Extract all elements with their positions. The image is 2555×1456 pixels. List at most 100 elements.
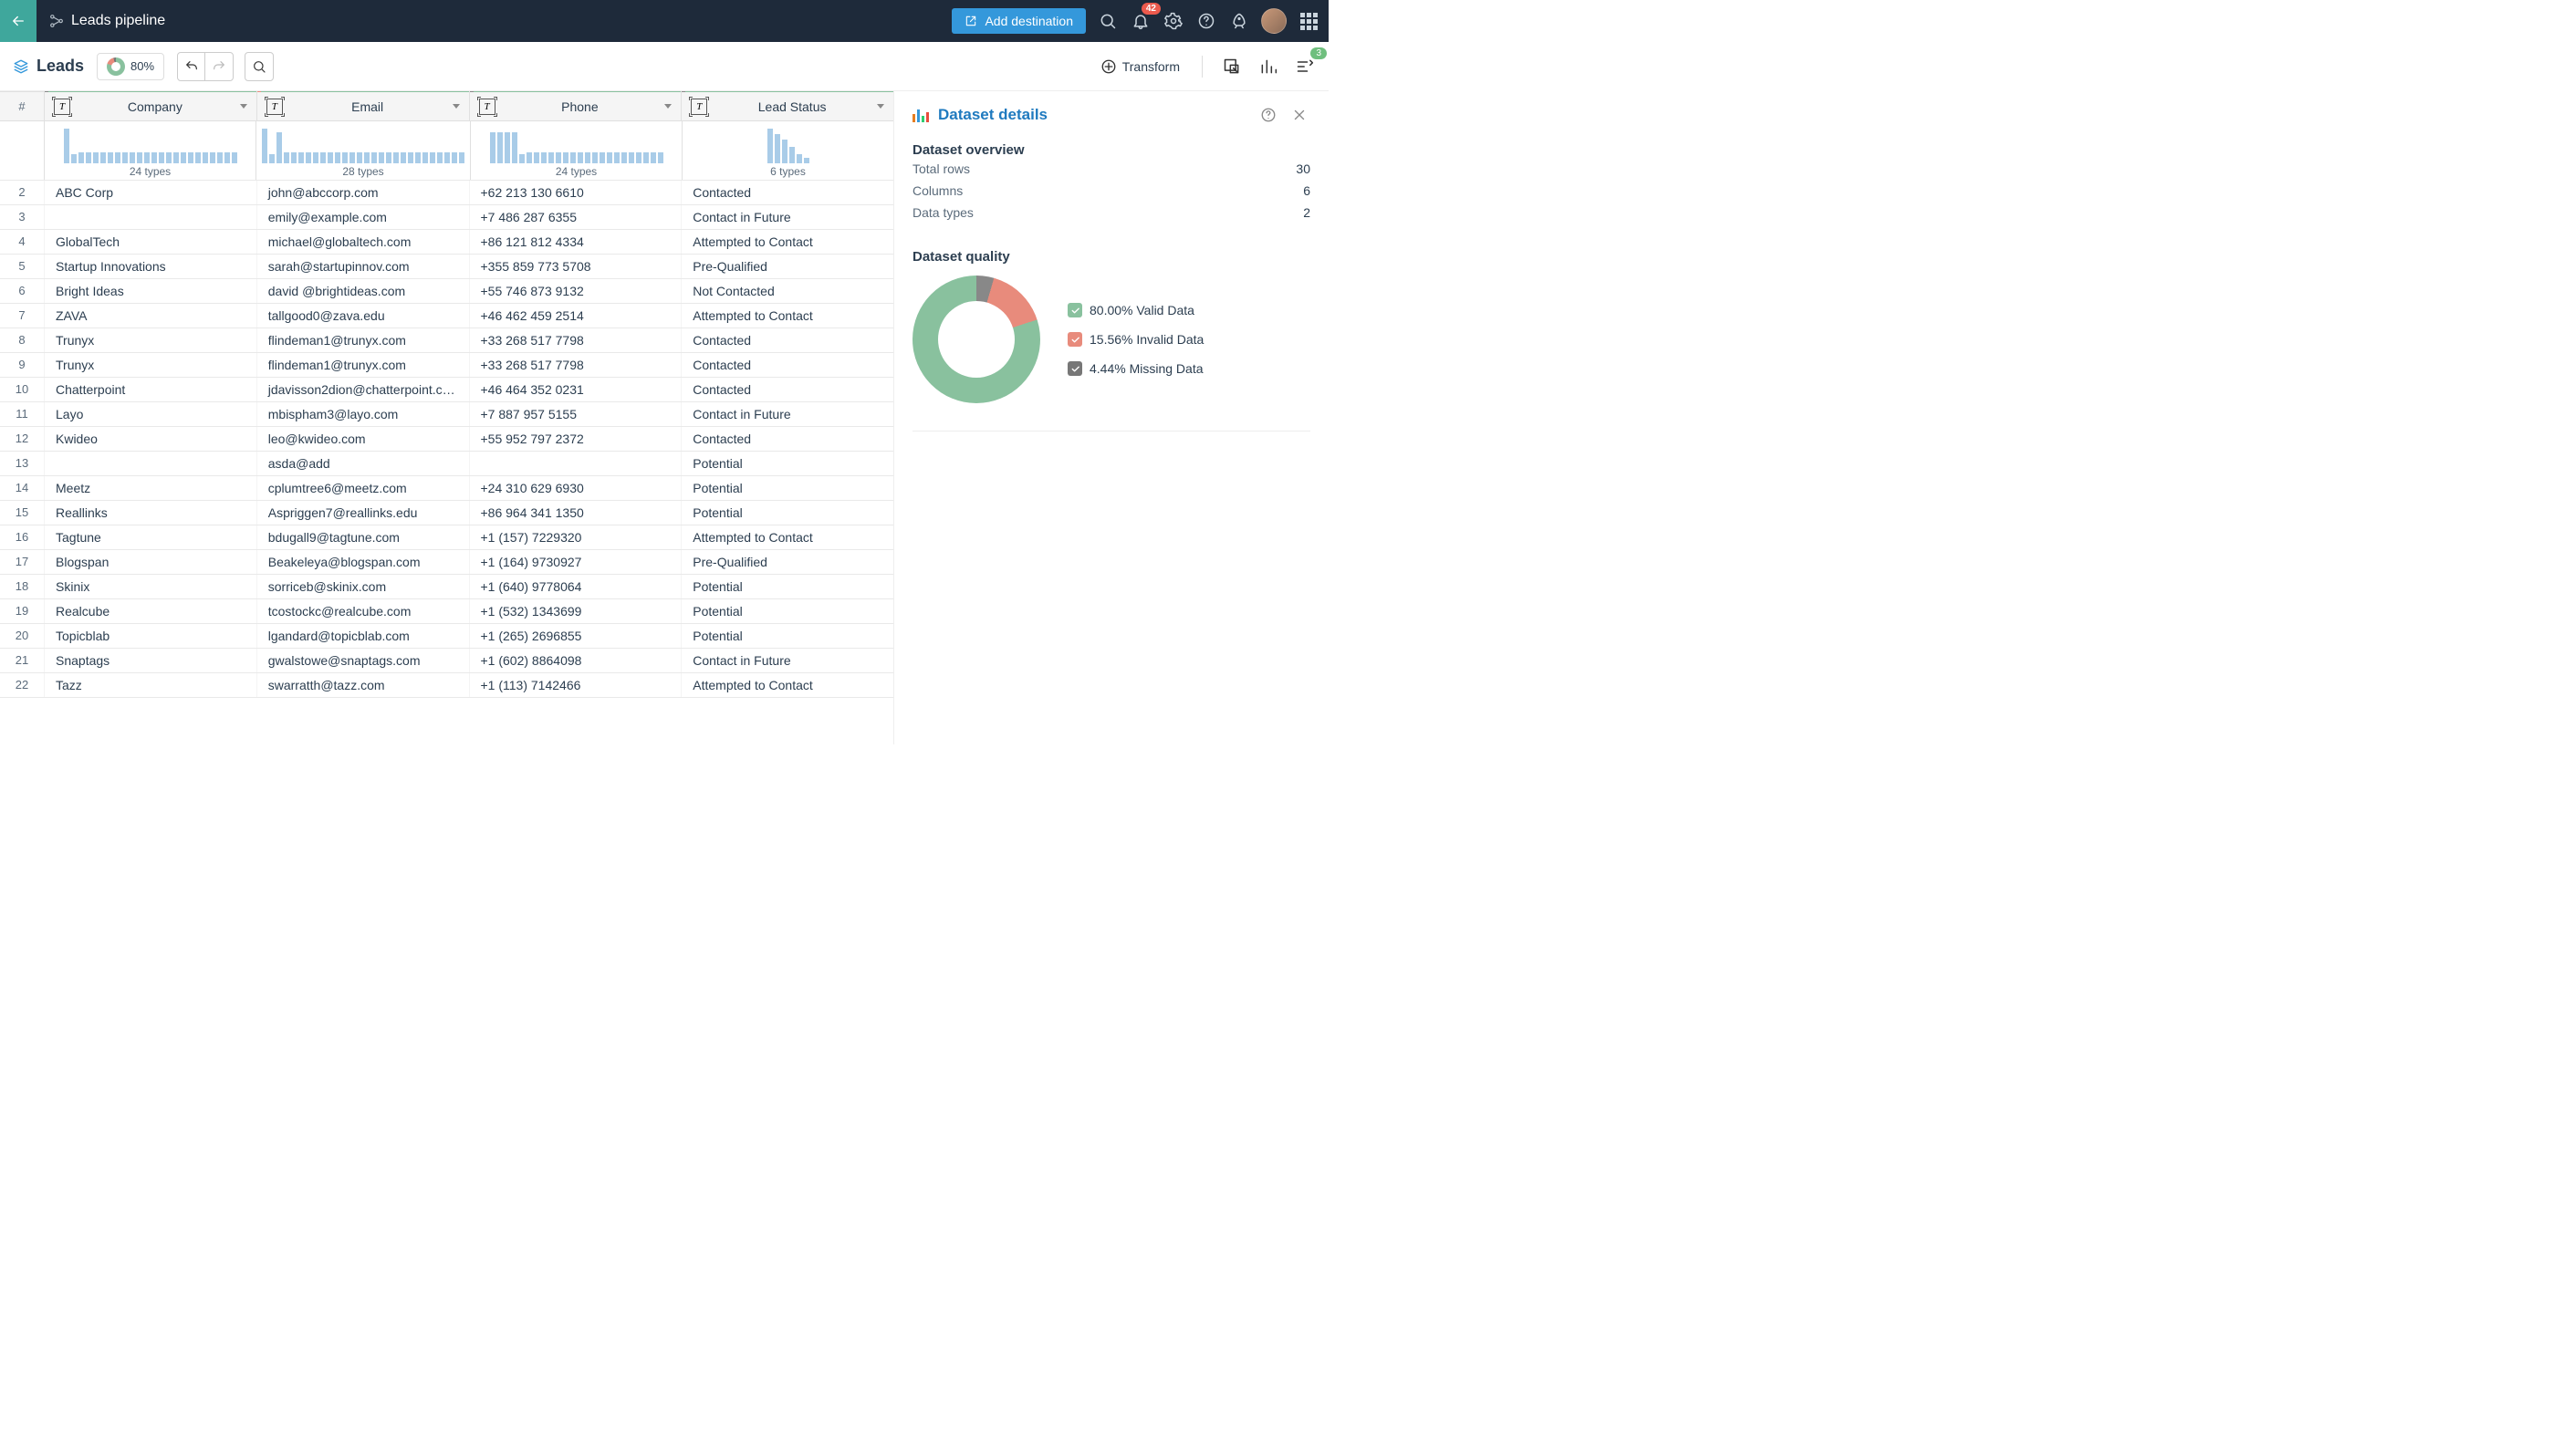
cell-status[interactable]: Contacted xyxy=(681,427,893,451)
cell-status[interactable]: Attempted to Contact xyxy=(681,673,893,697)
cell-email[interactable]: tcostockc@realcube.com xyxy=(256,599,469,623)
cell-phone[interactable]: +7 887 957 5155 xyxy=(469,402,682,426)
cell-phone[interactable]: +1 (602) 8864098 xyxy=(469,649,682,672)
cell-phone[interactable]: +55 746 873 9132 xyxy=(469,279,682,303)
cell-status[interactable]: Contact in Future xyxy=(681,205,893,229)
cell-phone[interactable]: +33 268 517 7798 xyxy=(469,328,682,352)
redo-button[interactable] xyxy=(205,53,233,80)
table-row[interactable]: 17BlogspanBeakeleya@blogspan.com+1 (164)… xyxy=(0,550,893,575)
cell-email[interactable]: lgandard@topicblab.com xyxy=(256,624,469,648)
column-header-lead-status[interactable]: TLead Status xyxy=(681,92,893,120)
search-dataset-button[interactable] xyxy=(245,52,274,81)
chart-button[interactable] xyxy=(1257,56,1279,78)
column-header-phone[interactable]: TPhone xyxy=(469,92,682,120)
cell-email[interactable]: gwalstowe@snaptags.com xyxy=(256,649,469,672)
quality-pill[interactable]: 80% xyxy=(97,53,164,80)
cell-status[interactable]: Potential xyxy=(681,476,893,500)
cell-company[interactable]: Snaptags xyxy=(44,649,256,672)
cell-status[interactable]: Potential xyxy=(681,575,893,598)
cell-phone[interactable]: +7 486 287 6355 xyxy=(469,205,682,229)
cell-email[interactable]: asda@add xyxy=(256,452,469,475)
table-row[interactable]: 6Bright Ideasdavid @brightideas.com+55 7… xyxy=(0,279,893,304)
table-row[interactable]: 9Trunyxflindeman1@trunyx.com+33 268 517 … xyxy=(0,353,893,378)
user-avatar[interactable] xyxy=(1261,8,1287,34)
table-row[interactable]: 8Trunyxflindeman1@trunyx.com+33 268 517 … xyxy=(0,328,893,353)
panel-close-button[interactable] xyxy=(1288,104,1310,126)
undo-button[interactable] xyxy=(178,53,205,80)
table-row[interactable]: 10Chatterpointjdavisson2dion@chatterpoin… xyxy=(0,378,893,402)
table-row[interactable]: 2ABC Corpjohn@abccorp.com+62 213 130 661… xyxy=(0,181,893,205)
table-row[interactable]: 14Meetzcplumtree6@meetz.com+24 310 629 6… xyxy=(0,476,893,501)
cell-email[interactable]: swarratth@tazz.com xyxy=(256,673,469,697)
add-destination-button[interactable]: Add destination xyxy=(952,8,1086,34)
cell-company[interactable]: Tagtune xyxy=(44,525,256,549)
cell-email[interactable]: Beakeleya@blogspan.com xyxy=(256,550,469,574)
cell-status[interactable]: Attempted to Contact xyxy=(681,525,893,549)
cell-email[interactable]: flindeman1@trunyx.com xyxy=(256,353,469,377)
cell-company[interactable]: Topicblab xyxy=(44,624,256,648)
cell-status[interactable]: Potential xyxy=(681,501,893,525)
table-row[interactable]: 19Realcubetcostockc@realcube.com+1 (532)… xyxy=(0,599,893,624)
cell-email[interactable]: jdavisson2dion@chatterpoint.com xyxy=(256,378,469,401)
cell-status[interactable]: Contacted xyxy=(681,353,893,377)
cell-email[interactable]: michael@globaltech.com xyxy=(256,230,469,254)
cell-status[interactable]: Contact in Future xyxy=(681,402,893,426)
cell-company[interactable] xyxy=(44,205,256,229)
cell-company[interactable]: Skinix xyxy=(44,575,256,598)
cell-status[interactable]: Pre-Qualified xyxy=(681,550,893,574)
column-header-email[interactable]: TEmail xyxy=(256,92,469,120)
cell-status[interactable]: Potential xyxy=(681,452,893,475)
cell-phone[interactable]: +1 (532) 1343699 xyxy=(469,599,682,623)
cell-company[interactable]: Trunyx xyxy=(44,353,256,377)
table-row[interactable]: 5Startup Innovationssarah@startupinnov.c… xyxy=(0,255,893,279)
table-row[interactable]: 22Tazzswarratth@tazz.com+1 (113) 7142466… xyxy=(0,673,893,698)
cell-phone[interactable]: +1 (113) 7142466 xyxy=(469,673,682,697)
legend-item[interactable]: 15.56% Invalid Data xyxy=(1068,332,1204,347)
cell-email[interactable]: sarah@startupinnov.com xyxy=(256,255,469,278)
column-menu-icon[interactable] xyxy=(877,104,884,109)
table-row[interactable]: 20Topicblablgandard@topicblab.com+1 (265… xyxy=(0,624,893,649)
cell-phone[interactable]: +1 (640) 9778064 xyxy=(469,575,682,598)
cell-company[interactable]: Layo xyxy=(44,402,256,426)
cell-email[interactable]: leo@kwideo.com xyxy=(256,427,469,451)
cell-phone[interactable]: +1 (164) 9730927 xyxy=(469,550,682,574)
cell-phone[interactable] xyxy=(469,452,682,475)
settings-button[interactable] xyxy=(1163,10,1184,32)
export-button[interactable] xyxy=(1221,56,1243,78)
cell-status[interactable]: Pre-Qualified xyxy=(681,255,893,278)
cell-phone[interactable]: +55 952 797 2372 xyxy=(469,427,682,451)
cell-phone[interactable]: +33 268 517 7798 xyxy=(469,353,682,377)
table-row[interactable]: 15ReallinksAspriggen7@reallinks.edu+86 9… xyxy=(0,501,893,525)
legend-item[interactable]: 80.00% Valid Data xyxy=(1068,303,1204,317)
column-header-company[interactable]: TCompany xyxy=(44,92,256,120)
cell-email[interactable]: flindeman1@trunyx.com xyxy=(256,328,469,352)
back-button[interactable] xyxy=(0,0,36,42)
cell-status[interactable]: Attempted to Contact xyxy=(681,230,893,254)
cell-phone[interactable]: +86 964 341 1350 xyxy=(469,501,682,525)
table-row[interactable]: 16Tagtunebdugall9@tagtune.com+1 (157) 72… xyxy=(0,525,893,550)
table-row[interactable]: 4GlobalTechmichael@globaltech.com+86 121… xyxy=(0,230,893,255)
table-row[interactable]: 11Layombispham3@layo.com+7 887 957 5155C… xyxy=(0,402,893,427)
cell-phone[interactable]: +1 (265) 2696855 xyxy=(469,624,682,648)
cell-company[interactable]: Kwideo xyxy=(44,427,256,451)
steps-button[interactable]: 3 xyxy=(1294,56,1316,78)
cell-phone[interactable]: +86 121 812 4334 xyxy=(469,230,682,254)
legend-item[interactable]: 4.44% Missing Data xyxy=(1068,361,1204,376)
cell-email[interactable]: david @brightideas.com xyxy=(256,279,469,303)
transform-button[interactable]: Transform xyxy=(1100,58,1180,75)
notifications-button[interactable]: 42 xyxy=(1130,10,1152,32)
cell-email[interactable]: tallgood0@zava.edu xyxy=(256,304,469,328)
help-button[interactable] xyxy=(1195,10,1217,32)
cell-status[interactable]: Not Contacted xyxy=(681,279,893,303)
apps-menu[interactable] xyxy=(1298,10,1319,32)
cell-phone[interactable]: +355 859 773 5708 xyxy=(469,255,682,278)
cell-company[interactable]: ABC Corp xyxy=(44,181,256,204)
table-row[interactable]: 7ZAVAtallgood0@zava.edu+46 462 459 2514A… xyxy=(0,304,893,328)
cell-phone[interactable]: +24 310 629 6930 xyxy=(469,476,682,500)
cell-company[interactable]: Reallinks xyxy=(44,501,256,525)
cell-company[interactable]: Bright Ideas xyxy=(44,279,256,303)
cell-status[interactable]: Contacted xyxy=(681,378,893,401)
cell-email[interactable]: mbispham3@layo.com xyxy=(256,402,469,426)
cell-status[interactable]: Potential xyxy=(681,599,893,623)
search-button[interactable] xyxy=(1097,10,1119,32)
